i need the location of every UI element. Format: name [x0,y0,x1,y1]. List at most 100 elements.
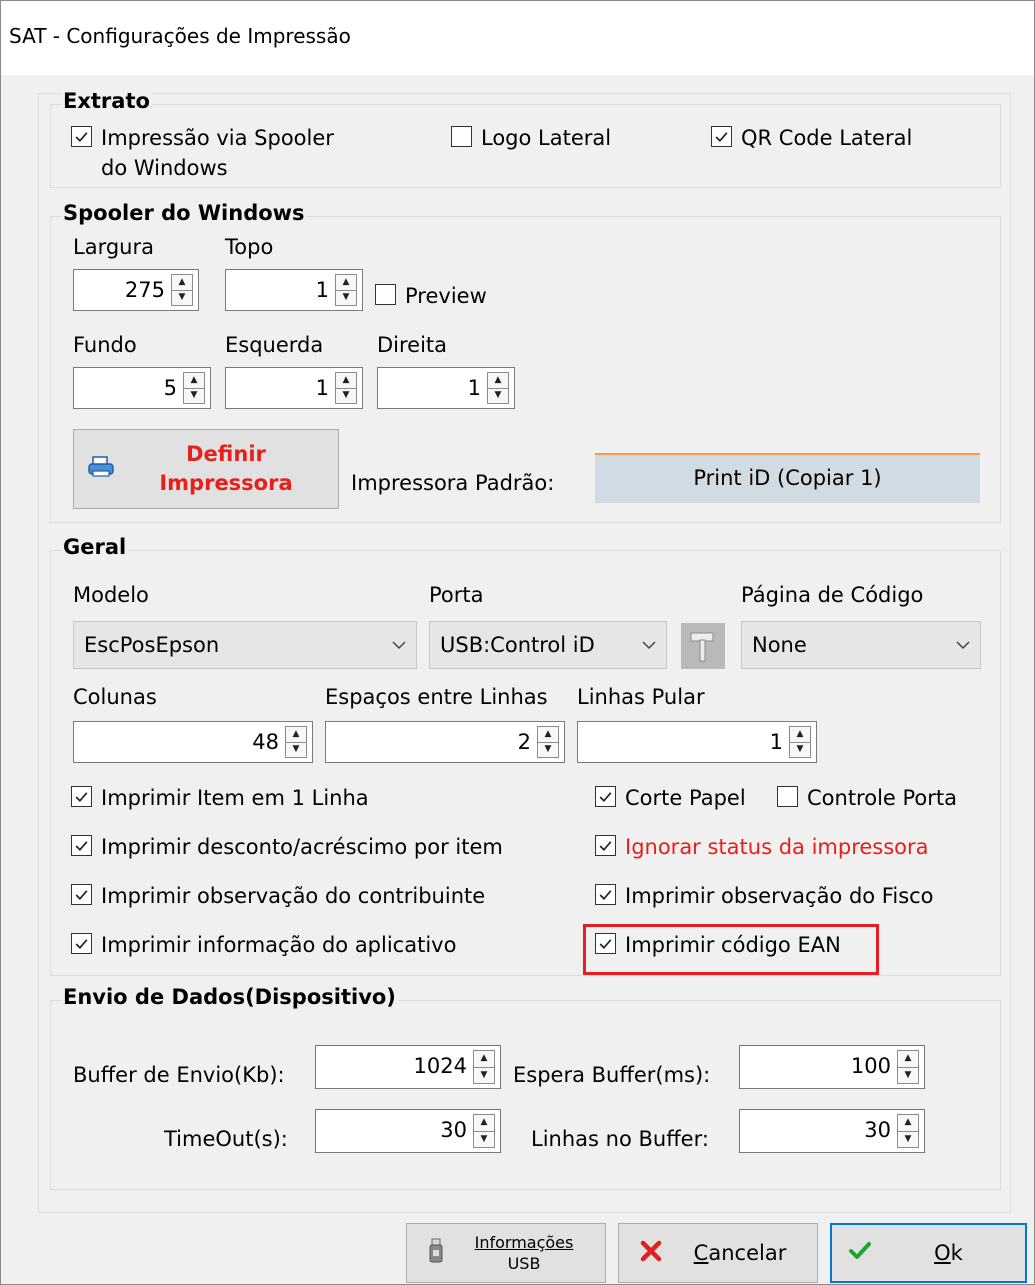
corte-papel-checkbox[interactable]: Corte Papel [595,783,746,813]
controle-porta-checkbox[interactable]: Controle Porta [777,783,957,813]
preview-checkbox[interactable]: Preview [375,281,487,311]
espera-buffer-spinner[interactable]: 100 ▲ ▼ [739,1045,925,1089]
checkbox-box[interactable] [595,884,616,905]
codigo-ean-checkbox[interactable]: Imprimir código EAN [595,930,841,960]
porta-dropdown[interactable]: USB:Control iD [429,621,667,669]
down-arrow-icon[interactable]: ▼ [184,389,204,404]
down-arrow-icon[interactable]: ▼ [336,389,356,404]
cancelar-button[interactable]: Cancelar [618,1223,818,1283]
item-1-linha-checkbox[interactable]: Imprimir Item em 1 Linha [71,783,369,813]
checkbox-box[interactable] [71,835,92,856]
linhas-pular-value[interactable]: 1 [578,722,789,762]
spin-arrows[interactable]: ▲ ▼ [285,726,307,758]
ignorar-status-checkbox[interactable]: Ignorar status da impressora [595,832,929,862]
up-arrow-icon[interactable]: ▲ [286,727,306,743]
down-arrow-icon[interactable]: ▼ [790,743,810,758]
up-arrow-icon[interactable]: ▲ [336,373,356,389]
checkbox-box[interactable] [71,933,92,954]
checkbox-box[interactable] [595,835,616,856]
down-arrow-icon[interactable]: ▼ [898,1068,918,1084]
extrato-legend: Extrato [61,89,152,113]
up-arrow-icon[interactable]: ▲ [336,275,356,291]
down-arrow-icon[interactable]: ▼ [336,291,356,306]
timeout-spinner[interactable]: 30 ▲ ▼ [315,1109,501,1153]
down-arrow-icon[interactable]: ▼ [474,1132,494,1148]
spin-arrows[interactable]: ▲ ▼ [473,1114,495,1148]
up-arrow-icon[interactable]: ▲ [790,727,810,743]
chevron-down-icon[interactable] [382,640,416,650]
up-arrow-icon[interactable]: ▲ [474,1115,494,1132]
colunas-spinner[interactable]: 48 ▲ ▼ [73,721,313,763]
direita-value[interactable]: 1 [378,368,487,408]
chevron-down-icon[interactable] [946,640,980,650]
direita-spinner[interactable]: 1 ▲ ▼ [377,367,515,409]
espacos-spinner[interactable]: 2 ▲ ▼ [325,721,565,763]
up-arrow-icon[interactable]: ▲ [898,1051,918,1068]
checkbox-box[interactable] [451,126,472,147]
checkbox-box[interactable] [71,786,92,807]
esquerda-spinner[interactable]: 1 ▲ ▼ [225,367,363,409]
topo-label: Topo [225,235,274,259]
up-arrow-icon[interactable]: ▲ [184,373,204,389]
up-arrow-icon[interactable]: ▲ [474,1051,494,1068]
esquerda-value[interactable]: 1 [226,368,335,408]
timeout-value[interactable]: 30 [316,1110,473,1152]
up-arrow-icon[interactable]: ▲ [488,373,508,389]
down-arrow-icon[interactable]: ▼ [172,291,192,306]
chevron-down-icon[interactable] [632,640,666,650]
down-arrow-icon[interactable]: ▼ [488,389,508,404]
pagina-codigo-value: None [752,633,807,657]
checkbox-box[interactable] [71,126,92,147]
spin-arrows[interactable]: ▲ ▼ [335,372,357,404]
spin-arrows[interactable]: ▲ ▼ [897,1114,919,1148]
down-arrow-icon[interactable]: ▼ [538,743,558,758]
spooler-windows-checkbox[interactable]: Impressão via Spooler do Windows [71,123,334,183]
topo-value[interactable]: 1 [226,270,335,310]
checkbox-box[interactable] [595,933,616,954]
spin-arrows[interactable]: ▲ ▼ [183,372,205,404]
up-arrow-icon[interactable]: ▲ [172,275,192,291]
down-arrow-icon[interactable]: ▼ [286,743,306,758]
down-arrow-icon[interactable]: ▼ [474,1068,494,1084]
modelo-dropdown[interactable]: EscPosEpson [73,621,417,669]
checkbox-box[interactable] [777,786,798,807]
down-arrow-icon[interactable]: ▼ [898,1132,918,1148]
linhas-pular-spinner[interactable]: 1 ▲ ▼ [577,721,817,763]
definir-impressora-button[interactable]: Definir Impressora [73,429,339,509]
espera-buffer-value[interactable]: 100 [740,1046,897,1088]
linhas-buffer-spinner[interactable]: 30 ▲ ▼ [739,1109,925,1153]
checkbox-box[interactable] [595,786,616,807]
topo-spinner[interactable]: 1 ▲ ▼ [225,269,363,311]
obs-contribuinte-checkbox[interactable]: Imprimir observação do contribuinte [71,881,485,911]
buffer-envio-value[interactable]: 1024 [316,1046,473,1088]
qr-code-lateral-checkbox[interactable]: QR Code Lateral [711,123,912,153]
up-arrow-icon[interactable]: ▲ [898,1115,918,1132]
ok-button[interactable]: Ok [830,1223,1027,1283]
spin-arrows[interactable]: ▲ ▼ [171,274,193,306]
largura-value[interactable]: 275 [74,270,171,310]
checkbox-box[interactable] [71,884,92,905]
logo-lateral-checkbox[interactable]: Logo Lateral [451,123,611,153]
desconto-checkbox[interactable]: Imprimir desconto/acréscimo por item [71,832,503,862]
info-usb-button[interactable]: Informações USB [406,1223,606,1283]
espacos-value[interactable]: 2 [326,722,537,762]
colunas-value[interactable]: 48 [74,722,285,762]
checkbox-box[interactable] [375,284,396,305]
up-arrow-icon[interactable]: ▲ [538,727,558,743]
spin-arrows[interactable]: ▲ ▼ [335,274,357,306]
porta-config-button[interactable] [681,623,725,669]
info-aplicativo-checkbox[interactable]: Imprimir informação do aplicativo [71,930,456,960]
pagina-codigo-dropdown[interactable]: None [741,621,981,669]
spin-arrows[interactable]: ▲ ▼ [537,726,559,758]
largura-spinner[interactable]: 275 ▲ ▼ [73,269,199,311]
spin-arrows[interactable]: ▲ ▼ [789,726,811,758]
linhas-buffer-value[interactable]: 30 [740,1110,897,1152]
spin-arrows[interactable]: ▲ ▼ [897,1050,919,1084]
buffer-envio-spinner[interactable]: 1024 ▲ ▼ [315,1045,501,1089]
spin-arrows[interactable]: ▲ ▼ [487,372,509,404]
fundo-value[interactable]: 5 [74,368,183,408]
obs-fisco-checkbox[interactable]: Imprimir observação do Fisco [595,881,934,911]
spin-arrows[interactable]: ▲ ▼ [473,1050,495,1084]
fundo-spinner[interactable]: 5 ▲ ▼ [73,367,211,409]
checkbox-box[interactable] [711,126,732,147]
